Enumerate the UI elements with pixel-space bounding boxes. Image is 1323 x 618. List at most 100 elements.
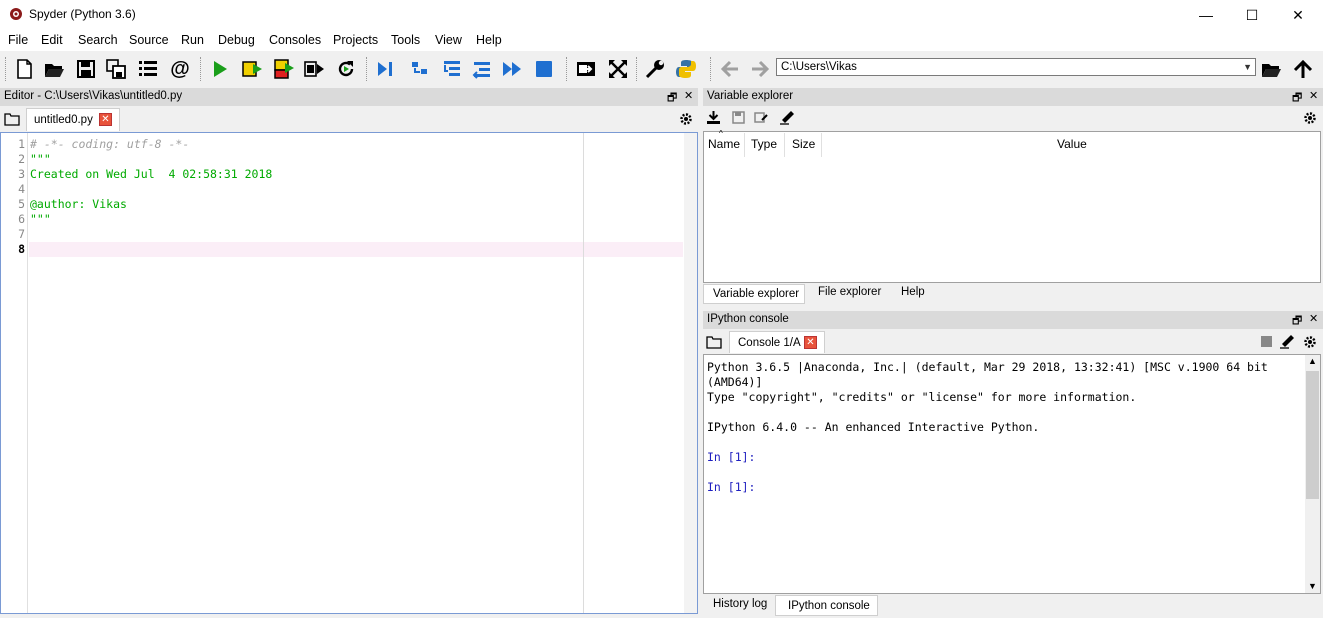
code-line: """: [30, 152, 51, 166]
menu-help[interactable]: Help: [476, 33, 502, 47]
menu-consoles[interactable]: Consoles: [269, 33, 321, 47]
working-directory-combobox[interactable]: C:\Users\Vikas ▼: [776, 58, 1256, 76]
step-return-button[interactable]: [470, 57, 494, 81]
stop-button[interactable]: [532, 57, 556, 81]
save-all-button[interactable]: [104, 57, 128, 81]
at-button[interactable]: @: [168, 57, 192, 81]
column-header-value[interactable]: Value: [1057, 137, 1087, 151]
new-file-button[interactable]: [12, 57, 36, 81]
gear-icon[interactable]: [679, 112, 693, 126]
step-into-button[interactable]: [440, 57, 464, 81]
column-divider[interactable]: [821, 133, 822, 157]
line-number: 3: [18, 167, 25, 181]
minimize-icon: —: [1199, 7, 1213, 23]
variable-explorer-title: Variable explorer: [707, 90, 794, 102]
python-path-button[interactable]: [674, 57, 698, 81]
run-cell-advance-button[interactable]: [272, 57, 296, 81]
outline-button[interactable]: [136, 57, 160, 81]
run-selection-icon: [304, 61, 324, 77]
menu-debug[interactable]: Debug: [218, 33, 255, 47]
column-divider[interactable]: [784, 133, 785, 157]
menu-file[interactable]: File: [8, 33, 28, 47]
browse-tabs-icon[interactable]: [706, 335, 722, 349]
debug-button[interactable]: [374, 57, 398, 81]
editor-scrollbar[interactable]: [684, 133, 697, 613]
save-button[interactable]: [74, 57, 98, 81]
variable-table[interactable]: Name Type Size Value ^: [703, 129, 1321, 283]
menu-projects[interactable]: Projects: [333, 33, 378, 47]
chevron-down-icon[interactable]: ▼: [1243, 62, 1252, 72]
tab-file-explorer[interactable]: File explorer: [818, 286, 881, 298]
run-selection-button[interactable]: [302, 57, 326, 81]
console-output[interactable]: Python 3.6.5 |Anaconda, Inc.| (default, …: [703, 354, 1321, 594]
stop-kernel-icon[interactable]: [1261, 336, 1272, 347]
tab-label: IPython console: [788, 600, 870, 612]
tab-console-1a[interactable]: Console 1/A ✕: [729, 331, 825, 353]
scroll-up-icon[interactable]: ▲: [1308, 356, 1317, 366]
menu-tools[interactable]: Tools: [391, 33, 420, 47]
run-cell-icon: [242, 61, 262, 77]
tab-untitled0[interactable]: untitled0.py ✕: [26, 108, 120, 131]
menu-run[interactable]: Run: [181, 33, 204, 47]
back-button[interactable]: [718, 57, 742, 81]
forward-button[interactable]: [748, 57, 772, 81]
close-pane-icon[interactable]: ✕: [1309, 89, 1318, 102]
open-file-button[interactable]: [42, 57, 66, 81]
rerun-button[interactable]: [334, 57, 358, 81]
maximize-button[interactable]: ☐: [1229, 0, 1275, 30]
column-divider[interactable]: [744, 133, 745, 157]
run-cell-button[interactable]: [240, 57, 264, 81]
line-number: 7: [18, 227, 25, 241]
tab-help[interactable]: Help: [901, 286, 925, 298]
scrollbar-thumb[interactable]: [1306, 371, 1319, 499]
toolbar-grip[interactable]: [636, 57, 639, 81]
step-button[interactable]: [408, 57, 432, 81]
tab-ipython-console[interactable]: IPython console: [775, 595, 878, 616]
window-title: Spyder (Python 3.6): [29, 7, 136, 21]
line-number: 6: [18, 212, 25, 226]
gear-icon[interactable]: [1303, 111, 1317, 125]
maximize-pane-button[interactable]: [574, 57, 598, 81]
menu-search[interactable]: Search: [78, 33, 118, 47]
code-editor[interactable]: 12345678 # -*- coding: utf-8 -*- """ Creat…: [0, 132, 698, 614]
run-button[interactable]: [208, 57, 232, 81]
console-scrollbar[interactable]: ▲ ▼: [1305, 355, 1320, 593]
fullscreen-button[interactable]: [606, 57, 630, 81]
close-icon: ✕: [1292, 6, 1304, 23]
continue-button[interactable]: [500, 57, 524, 81]
save-data-as-icon[interactable]: [754, 110, 769, 125]
fullscreen-icon: [609, 60, 627, 78]
line-number: 4: [18, 182, 25, 196]
toolbar-grip[interactable]: [710, 57, 713, 81]
close-button[interactable]: ✕: [1275, 0, 1321, 30]
minimize-button[interactable]: —: [1183, 0, 1229, 30]
toolbar-grip[interactable]: [200, 57, 203, 81]
tab-history-log[interactable]: History log: [713, 598, 767, 610]
close-tab-icon[interactable]: ✕: [99, 113, 112, 126]
eraser-icon[interactable]: [1279, 335, 1295, 349]
close-pane-icon[interactable]: ✕: [684, 89, 693, 102]
scroll-down-icon[interactable]: ▼: [1308, 581, 1317, 591]
tab-variable-explorer[interactable]: Variable explorer: [703, 284, 805, 304]
menu-source[interactable]: Source: [129, 33, 169, 47]
browse-button[interactable]: [1259, 57, 1283, 81]
menu-view[interactable]: View: [435, 33, 462, 47]
close-pane-icon[interactable]: ✕: [1309, 312, 1318, 325]
toolbar-grip[interactable]: [5, 57, 8, 81]
column-header-name[interactable]: Name: [708, 137, 740, 151]
browse-tabs-icon[interactable]: [4, 112, 20, 126]
back-icon: [720, 60, 738, 78]
parent-dir-button[interactable]: [1291, 57, 1315, 81]
eraser-icon[interactable]: [779, 110, 795, 125]
column-header-size[interactable]: Size: [792, 137, 815, 151]
preferences-button[interactable]: [643, 57, 667, 81]
toolbar-grip[interactable]: [366, 57, 369, 81]
column-header-type[interactable]: Type: [751, 137, 777, 151]
save-data-icon[interactable]: [731, 110, 746, 125]
import-data-icon[interactable]: [706, 110, 721, 125]
menu-edit[interactable]: Edit: [41, 33, 63, 47]
close-tab-icon[interactable]: ✕: [804, 336, 817, 349]
line-number-gutter: 12345678: [1, 133, 28, 613]
gear-icon[interactable]: [1303, 335, 1317, 349]
toolbar-grip[interactable]: [566, 57, 569, 81]
